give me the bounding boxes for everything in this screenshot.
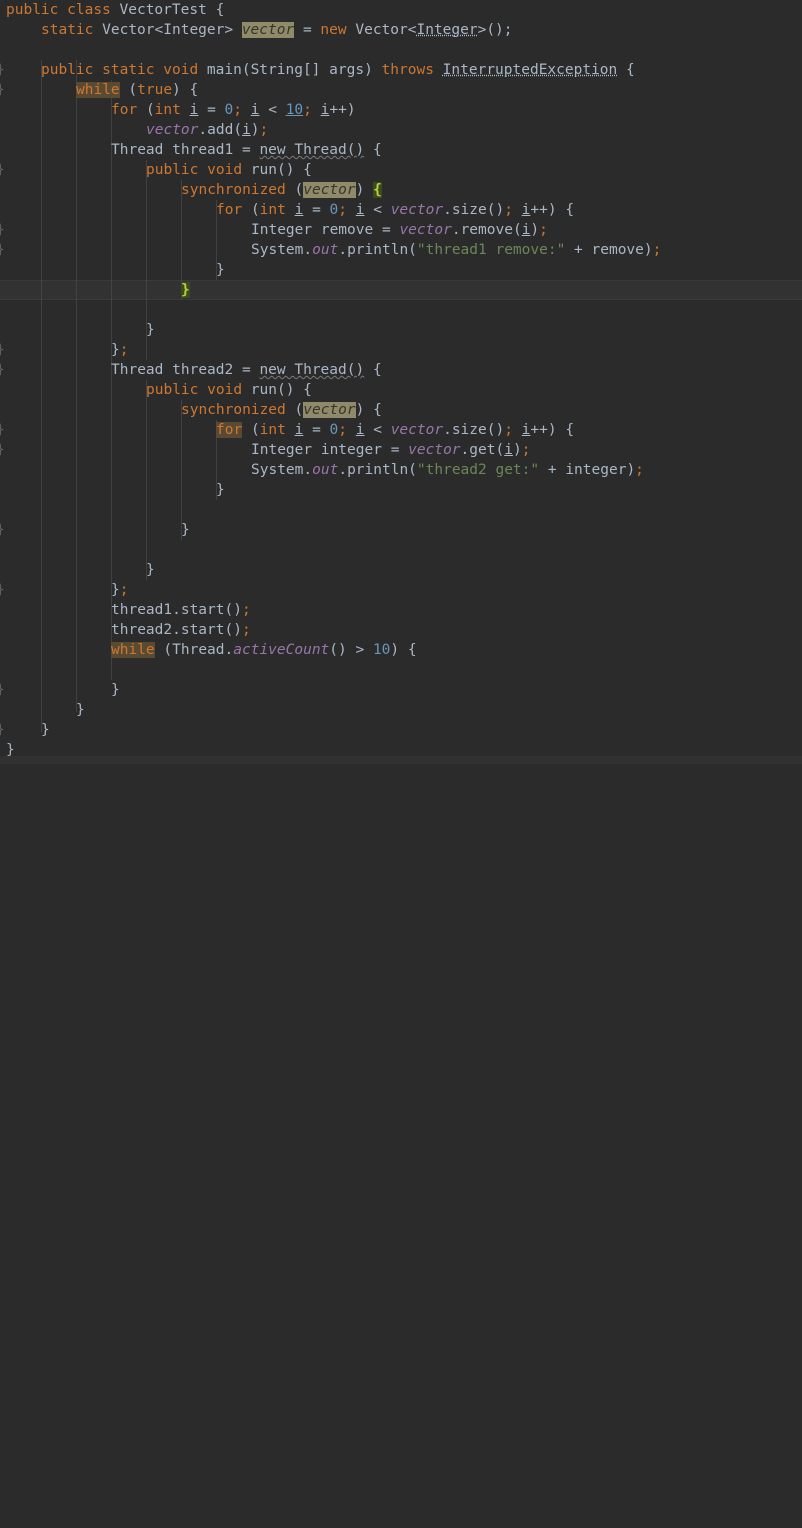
code-line[interactable]: thread2.start();: [0, 620, 802, 640]
code-line[interactable]: }: [0, 520, 802, 540]
code-line[interactable]: [0, 660, 802, 680]
code-editor[interactable]: } } } } } } } } } } } } } public class V…: [0, 0, 802, 764]
occurrence-highlight: vector: [241, 22, 295, 38]
code-line[interactable]: for (int i = 0; i < vector.size(); i++) …: [0, 200, 802, 220]
code-line[interactable]: };: [0, 340, 802, 360]
code-line[interactable]: }: [0, 680, 802, 700]
code-line[interactable]: public static void main(String[] args) t…: [0, 60, 802, 80]
keyword-highlight: for: [216, 422, 243, 438]
code-line[interactable]: thread1.start();: [0, 600, 802, 620]
occurrence-highlight: vector: [303, 182, 356, 198]
code-line[interactable]: [0, 40, 802, 60]
brace-match: }: [181, 282, 190, 298]
code-line[interactable]: public void run() {: [0, 380, 802, 400]
code-line[interactable]: vector.add(i);: [0, 120, 802, 140]
code-line[interactable]: while (Thread.activeCount() > 10) {: [0, 640, 802, 660]
code-line[interactable]: }: [0, 560, 802, 580]
code-line[interactable]: };: [0, 580, 802, 600]
code-line[interactable]: System.out.println("thread2 get:" + inte…: [0, 460, 802, 480]
code-line[interactable]: Integer remove = vector.remove(i);: [0, 220, 802, 240]
code-line[interactable]: }: [0, 480, 802, 500]
keyword-highlight: while: [76, 82, 120, 98]
code-line[interactable]: for (int i = 0; i < 10; i++): [0, 100, 802, 120]
code-line[interactable]: public class VectorTest {: [0, 0, 802, 20]
occurrence-highlight: vector: [303, 402, 356, 418]
editor-bottom-strip: [0, 756, 802, 764]
code-line[interactable]: }: [0, 700, 802, 720]
code-line[interactable]: synchronized (vector) {: [0, 400, 802, 420]
code-line[interactable]: for (int i = 0; i < vector.size(); i++) …: [0, 420, 802, 440]
code-line[interactable]: System.out.println("thread1 remove:" + r…: [0, 240, 802, 260]
code-line[interactable]: public void run() {: [0, 160, 802, 180]
brace-match: {: [373, 182, 382, 198]
code-line[interactable]: [0, 500, 802, 520]
code-line[interactable]: [0, 540, 802, 560]
code-line[interactable]: }: [0, 720, 802, 740]
code-line[interactable]: while (true) {: [0, 80, 802, 100]
code-line[interactable]: static Vector<Integer> vector = new Vect…: [0, 20, 802, 40]
code-line[interactable]: }: [0, 260, 802, 280]
code-line[interactable]: synchronized (vector) {: [0, 180, 802, 200]
code-line[interactable]: }: [0, 320, 802, 340]
code-line[interactable]: Thread thread2 = new Thread() {: [0, 360, 802, 380]
keyword-highlight: while: [111, 642, 155, 658]
code-line[interactable]: Integer integer = vector.get(i);: [0, 440, 802, 460]
code-line[interactable]: [0, 300, 802, 320]
code-line[interactable]: Thread thread1 = new Thread() {: [0, 140, 802, 160]
code-line[interactable]: }: [0, 280, 802, 300]
code-text-layer[interactable]: public class VectorTest { static Vector<…: [0, 0, 802, 1528]
